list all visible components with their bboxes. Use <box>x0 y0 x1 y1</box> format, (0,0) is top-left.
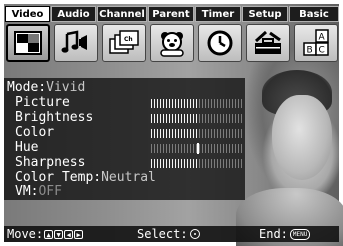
vm-row[interactable]: VM:OFF <box>7 185 62 199</box>
mode-label: Mode: <box>7 80 47 95</box>
tv-menu-screen: Video Audio Channel Parent Timer Setup B… <box>0 0 343 246</box>
hue-slider-marker <box>197 143 199 154</box>
end-label: End: <box>259 227 288 241</box>
move-hint: Move: ▲ ▼ ◀ ▶ <box>7 227 84 241</box>
select-hint: Select: <box>137 227 200 241</box>
select-button-icon <box>189 229 200 239</box>
sharpness-row[interactable]: Sharpness <box>7 156 85 170</box>
color-label: Color <box>15 125 55 140</box>
move-label: Move: <box>7 227 44 241</box>
channel-screens-icon: Ch <box>109 30 139 54</box>
tab-parent[interactable]: Parent <box>148 6 194 22</box>
tab-video[interactable]: Video <box>5 6 50 22</box>
svg-text:A: A <box>319 33 326 43</box>
arrow-down-icon: ▼ <box>54 229 64 239</box>
sharpness-slider[interactable] <box>151 159 244 168</box>
video-settings-panel: Mode:Vivid Picture Brightness Color Hue … <box>4 78 245 200</box>
picture-slider-fill <box>151 99 199 108</box>
tab-audio[interactable]: Audio <box>51 6 96 22</box>
color-temp-value: Neutral <box>101 170 156 185</box>
color-temp-row[interactable]: Color Temp:Neutral <box>7 171 156 185</box>
background-photo-face <box>272 95 332 180</box>
color-temp-label: Color Temp: <box>15 170 102 185</box>
hue-row[interactable]: Hue <box>7 141 38 155</box>
timer-clock-icon <box>207 30 233 56</box>
menu-key-icon: MENU <box>289 228 311 240</box>
video-picture-icon <box>14 31 42 55</box>
end-hint: End: MENU <box>259 227 311 241</box>
svg-text:Ch: Ch <box>124 36 133 43</box>
setup-toolbox-icon <box>254 30 281 54</box>
select-label: Select: <box>137 227 188 241</box>
setup-icon-tile[interactable] <box>246 24 290 62</box>
parent-icon-tile[interactable] <box>150 24 194 62</box>
navigation-hint-bar: Move: ▲ ▼ ◀ ▶ Select: End: MENU <box>4 226 339 242</box>
color-slider-fill <box>151 129 199 138</box>
vm-value: OFF <box>38 184 62 199</box>
svg-text:C: C <box>319 46 325 56</box>
hue-label: Hue <box>15 140 39 155</box>
basic-icon-tile[interactable]: A B C <box>294 24 338 62</box>
audio-icon-tile[interactable] <box>54 24 98 62</box>
audio-notes-icon <box>61 30 87 53</box>
mode-row[interactable]: Mode:Vivid <box>7 81 85 95</box>
tab-basic[interactable]: Basic <box>289 6 339 22</box>
brightness-slider[interactable] <box>151 114 244 123</box>
picture-label: Picture <box>15 95 70 110</box>
sharpness-slider-fill <box>151 159 199 168</box>
arrow-right-icon: ▶ <box>74 229 84 239</box>
menu-icon-row: Ch A B C <box>6 24 339 62</box>
brightness-row[interactable]: Brightness <box>7 111 93 125</box>
basic-blocks-icon: A B C <box>303 29 329 56</box>
menu-tab-bar: Video Audio Channel Parent Timer Setup B… <box>5 6 339 22</box>
tab-timer[interactable]: Timer <box>195 6 241 22</box>
video-icon-tile[interactable] <box>6 24 50 62</box>
picture-row[interactable]: Picture <box>7 96 70 110</box>
channel-icon-tile[interactable]: Ch <box>102 24 146 62</box>
tab-setup[interactable]: Setup <box>242 6 288 22</box>
color-slider[interactable] <box>151 129 244 138</box>
svg-text:B: B <box>307 46 313 56</box>
color-row[interactable]: Color <box>7 126 54 140</box>
tab-channel[interactable]: Channel <box>97 6 147 22</box>
hue-slider[interactable] <box>151 143 244 154</box>
vm-label: VM: <box>15 184 39 199</box>
arrow-up-icon: ▲ <box>44 229 54 239</box>
timer-icon-tile[interactable] <box>198 24 242 62</box>
sharpness-label: Sharpness <box>15 155 86 170</box>
parent-bear-icon <box>160 32 184 57</box>
mode-value: Vivid <box>46 80 86 95</box>
brightness-slider-fill <box>151 114 199 123</box>
brightness-label: Brightness <box>15 110 94 125</box>
picture-slider[interactable] <box>151 99 244 108</box>
arrow-left-icon: ◀ <box>64 229 74 239</box>
